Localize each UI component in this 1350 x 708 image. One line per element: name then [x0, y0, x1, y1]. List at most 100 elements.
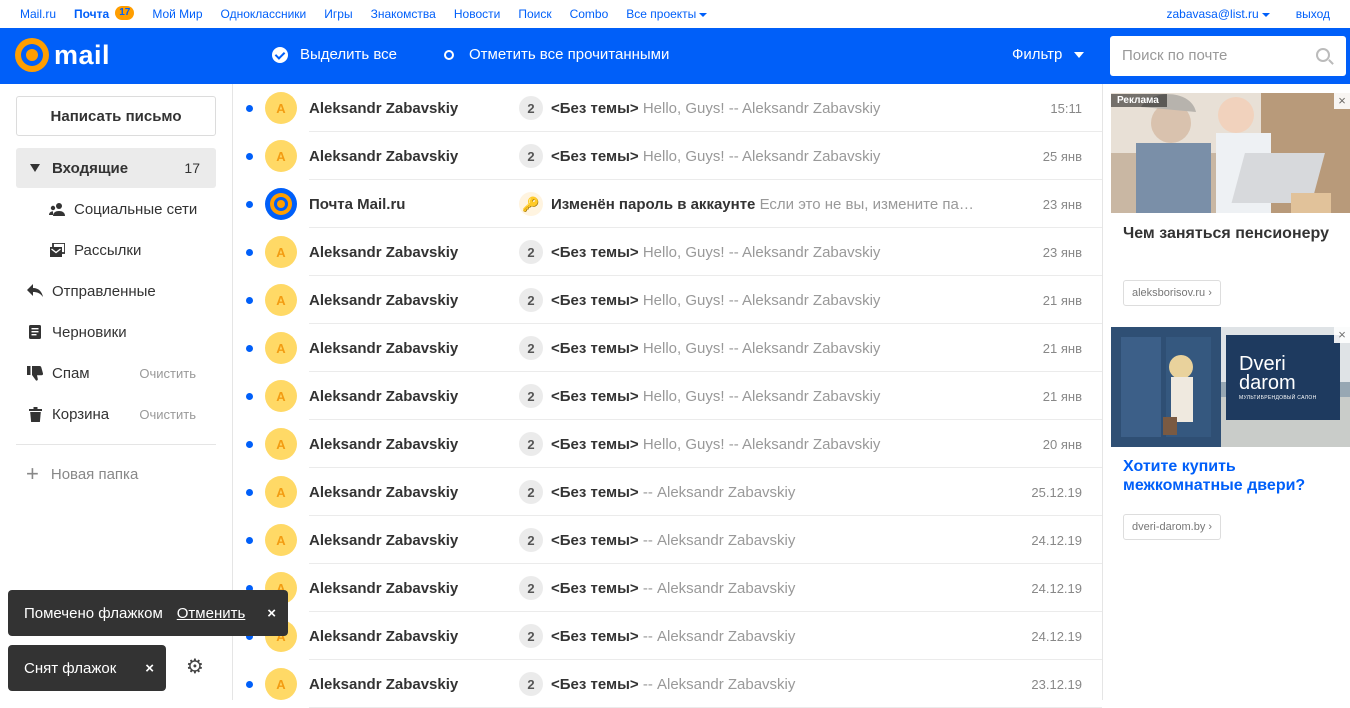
search-input[interactable]: [1122, 36, 1312, 74]
folder-drafts-label: Черновики: [52, 323, 127, 341]
message-row[interactable]: A Aleksandr Zabavskiy 2 <Без темы> Hello, G…: [233, 420, 1102, 468]
avatar: A: [265, 284, 297, 316]
unread-dot-icon[interactable]: [246, 680, 253, 688]
message-row[interactable]: A Aleksandr Zabavskiy 2 <Без темы> -- Aleks…: [233, 612, 1102, 660]
folder-spam-label: Спам: [52, 364, 90, 382]
portal-link-search[interactable]: Поиск: [518, 7, 551, 21]
message-date: 21 янв: [1042, 340, 1082, 356]
avatar: A: [265, 92, 297, 124]
message-row[interactable]: A Aleksandr Zabavskiy 2 <Без темы> -- Aleks…: [233, 564, 1102, 612]
portal-link-news[interactable]: Новости: [454, 7, 500, 21]
unread-dot-icon[interactable]: [246, 440, 253, 448]
clear-spam-button[interactable]: Очистить: [139, 366, 196, 381]
message-subject-line: <Без темы> Hello, Guys! -- Aleksandr Zab…: [551, 388, 981, 405]
ad2-title[interactable]: Хотите купить межкомнатные двери?: [1123, 457, 1343, 495]
gear-icon[interactable]: ⚙: [186, 654, 204, 679]
close-icon[interactable]: ×: [1334, 93, 1350, 109]
folder-drafts[interactable]: Черновики: [16, 312, 216, 352]
message-snippet: -- Aleksandr Zabavskiy: [642, 675, 796, 693]
close-icon[interactable]: ×: [267, 605, 276, 622]
unread-dot-icon[interactable]: [246, 152, 253, 160]
ad2-image[interactable]: Dveri darom МУЛЬТИБРЕНДОВЫЙ САЛОН ×: [1111, 327, 1350, 447]
message-row[interactable]: A Aleksandr Zabavskiy 2 <Без темы> -- Aleks…: [233, 660, 1102, 708]
all-projects-label: Все проекты: [626, 7, 697, 21]
message-snippet: Hello, Guys! -- Aleksandr Zabavskiy: [642, 243, 881, 261]
unread-dot-icon[interactable]: [246, 248, 253, 256]
message-subject-line: <Без темы> -- Aleksandr Zabavskiy: [551, 580, 981, 597]
new-folder-label: Новая папка: [50, 465, 139, 483]
message-date: 24.12.19: [1031, 580, 1082, 596]
portal-bar: Mail.ru Почта 17 Мой Мир Одноклассники И…: [0, 0, 1350, 28]
unread-dot-icon[interactable]: [246, 344, 253, 352]
message-row[interactable]: A Aleksandr Zabavskiy 2 <Без темы> Hello, G…: [233, 132, 1102, 180]
portal-link-pochta[interactable]: Почта: [74, 7, 109, 21]
message-date: 21 янв: [1042, 292, 1082, 308]
message-sender: Aleksandr Zabavskiy: [309, 147, 459, 165]
unread-dot-icon[interactable]: [246, 488, 253, 496]
search-icon[interactable]: [1316, 48, 1330, 62]
unread-badge: 17: [115, 6, 135, 20]
portal-link-games[interactable]: Игры: [324, 7, 352, 21]
user-menu[interactable]: zabavasa@list.ru: [1166, 7, 1270, 21]
ad1-image[interactable]: Реклама ×: [1111, 93, 1350, 213]
check-circle-icon: [272, 46, 288, 63]
chevron-down-icon: [699, 12, 708, 17]
message-subject: <Без темы>: [551, 339, 639, 357]
folder-social[interactable]: Социальные сети: [16, 189, 216, 229]
message-row[interactable]: A Aleksandr Zabavskiy 2 <Без темы> Hello, G…: [233, 228, 1102, 276]
compose-button[interactable]: Написать письмо: [16, 96, 216, 136]
inbox-count: 17: [184, 160, 200, 176]
new-folder-button[interactable]: + Новая папка: [26, 463, 139, 485]
message-sender: Почта Mail.ru: [309, 195, 406, 213]
portal-link-moimir[interactable]: Мой Мир: [152, 7, 202, 21]
chevron-down-icon: [1074, 51, 1085, 58]
portal-link-ok[interactable]: Одноклассники: [221, 7, 307, 21]
unread-dot-icon[interactable]: [246, 392, 253, 400]
message-row[interactable]: A Aleksandr Zabavskiy 2 <Без темы> Hello, G…: [233, 276, 1102, 324]
ad1-domain[interactable]: aleksborisov.ru ›: [1123, 280, 1221, 306]
portal-link-mailru[interactable]: Mail.ru: [20, 7, 56, 21]
thread-count: 2: [519, 480, 543, 504]
folder-inbox[interactable]: Входящие 17: [16, 148, 216, 188]
thread-count: 2: [519, 384, 543, 408]
thread-count: 2: [519, 288, 543, 312]
message-subject: <Без темы>: [551, 243, 639, 261]
reply-arrow-icon: [24, 284, 46, 298]
ad2-domain[interactable]: dveri-darom.by ›: [1123, 514, 1222, 540]
unread-dot-icon[interactable]: [246, 536, 253, 544]
folder-trash[interactable]: Корзина Очистить: [16, 394, 216, 434]
folder-spam[interactable]: Спам Очистить: [16, 353, 216, 393]
close-icon[interactable]: ×: [1334, 327, 1350, 343]
message-row[interactable]: A Aleksandr Zabavskiy 2 <Без темы> Hello, G…: [233, 372, 1102, 420]
message-subject: <Без темы>: [551, 531, 639, 549]
message-row[interactable]: Почта Mail.ru 🔑 Изменён пароль в аккаунте …: [233, 180, 1102, 228]
avatar: A: [265, 524, 297, 556]
message-row[interactable]: A Aleksandr Zabavskiy 2 <Без темы> -- Aleks…: [233, 468, 1102, 516]
filter-button[interactable]: Фильтр: [1012, 46, 1085, 63]
mail-logo[interactable]: mail: [15, 38, 110, 72]
ad1-title[interactable]: Чем заняться пенсионеру: [1123, 224, 1343, 243]
close-icon[interactable]: ×: [145, 660, 154, 677]
message-subject: <Без темы>: [551, 435, 639, 453]
folder-newsletters[interactable]: Рассылки: [16, 230, 216, 270]
portal-user: zabavasa@list.ru выход: [1166, 7, 1330, 21]
message-row[interactable]: A Aleksandr Zabavskiy 2 <Без темы> -- Aleks…: [233, 516, 1102, 564]
select-all-button[interactable]: Выделить все: [272, 46, 397, 63]
portal-link-all-projects[interactable]: Все проекты: [626, 7, 708, 21]
unread-dot-icon[interactable]: [246, 104, 253, 112]
logout-link[interactable]: выход: [1296, 7, 1330, 21]
message-row[interactable]: A Aleksandr Zabavskiy 2 <Без темы> Hello, G…: [233, 84, 1102, 132]
collapse-triangle-icon[interactable]: [24, 164, 46, 172]
thread-count: 2: [519, 336, 543, 360]
unread-dot-icon[interactable]: [246, 296, 253, 304]
message-subject: <Без темы>: [551, 579, 639, 597]
portal-link-combo[interactable]: Combo: [570, 7, 609, 21]
unread-dot-icon[interactable]: [246, 200, 253, 208]
message-row[interactable]: A Aleksandr Zabavskiy 2 <Без темы> Hello, G…: [233, 324, 1102, 372]
folder-sent[interactable]: Отправленные: [16, 271, 216, 311]
message-subject-line: Изменён пароль в аккаунте Если это не вы…: [551, 196, 981, 213]
mark-all-read-button[interactable]: Отметить все прочитанными: [444, 46, 669, 63]
portal-link-dating[interactable]: Знакомства: [371, 7, 436, 21]
undo-link[interactable]: Отменить: [177, 605, 246, 622]
clear-trash-button[interactable]: Очистить: [139, 407, 196, 422]
